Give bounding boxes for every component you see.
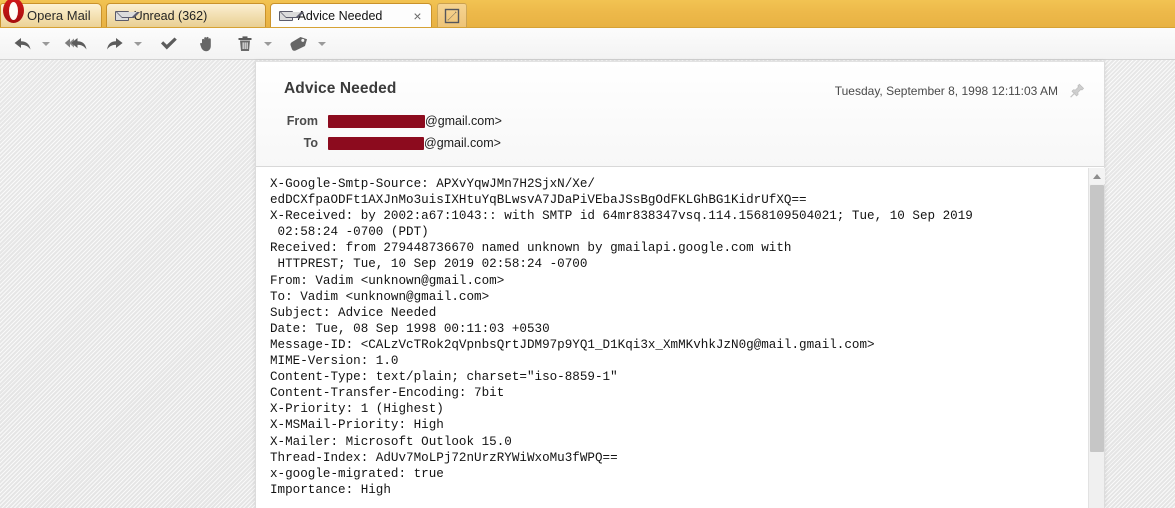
to-label: To [303, 136, 318, 150]
trash-icon [238, 35, 252, 51]
tab-unread[interactable]: Unread (362) [105, 3, 266, 27]
scrollbar-thumb[interactable] [1090, 185, 1104, 452]
raw-header-line: MIME-Version: 1.0 [270, 354, 399, 369]
compose-pencil-icon [444, 8, 459, 23]
to-value: @gmail.com> [328, 136, 501, 150]
redacted-recipient-address [328, 136, 424, 150]
reply-all-arrow-icon [64, 37, 87, 49]
chevron-down-icon [42, 41, 50, 46]
tab-unread-label: Unread (362) [133, 8, 208, 23]
raw-header-line: Received: from 279448736670 named unknow… [270, 241, 792, 256]
page-title: Advice Needed [284, 80, 397, 97]
compose-button[interactable] [436, 3, 467, 27]
to-domain-text: @gmail.com> [424, 136, 501, 150]
forward-arrow-icon [107, 37, 123, 49]
chevron-down-icon [134, 41, 142, 46]
raw-header-line: From: Vadim <unknown@gmail.com> [270, 273, 505, 288]
raw-header-line: Subject: Advice Needed [270, 305, 437, 320]
message-body[interactable]: X-Google-Smtp-Source: APXvYqwJMn7H2SjxN/… [256, 167, 1104, 508]
raw-headers-text: X-Google-Smtp-Source: APXvYqwJMn7H2SjxN/… [270, 176, 1082, 498]
tab-advice-needed[interactable]: Advice Needed × [269, 3, 432, 27]
raw-header-line: X-Mailer: Microsoft Outlook 15.0 [270, 434, 512, 449]
message-toolbar [0, 28, 1175, 60]
delete-button[interactable] [230, 31, 260, 57]
tab-advice-needed-label: Advice Needed [297, 8, 383, 23]
address-rows: From @gmail.com> To @gmail.com> [256, 110, 1104, 154]
tab-bar: Opera Mail Unread (362) Advice Needed × [0, 0, 1175, 28]
raw-header-line: Content-Transfer-Encoding: 7bit [270, 386, 505, 401]
raw-header-line: HTTPREST; Tue, 10 Sep 2019 02:58:24 -070… [270, 257, 588, 272]
message-header-card: Advice Needed Tuesday, September 8, 1998… [256, 62, 1104, 167]
opera-logo-icon [3, 0, 24, 23]
raw-header-line: Date: Tue, 08 Sep 1998 00:11:03 +0530 [270, 321, 550, 336]
hand-stop-icon [200, 36, 211, 51]
raw-header-line: x-google-migrated: true [270, 466, 444, 481]
forward-button[interactable] [100, 31, 130, 57]
raw-header-line: Content-Type: text/plain; charset="iso-8… [270, 370, 618, 385]
raw-header-line: Message-ID: <CALzVcTRok2qVpnbsQrtJDM97p9… [270, 337, 875, 352]
reply-all-button[interactable] [62, 31, 92, 57]
message-scrollbar[interactable] [1088, 168, 1105, 508]
chevron-up-icon [1093, 173, 1101, 179]
opera-menu-button[interactable]: Opera Mail [0, 0, 102, 27]
label-dropdown-button[interactable] [314, 31, 330, 57]
mark-read-button[interactable] [154, 31, 184, 57]
forward-dropdown-button[interactable] [130, 31, 146, 57]
envelope-icon [114, 10, 140, 21]
close-icon[interactable]: × [412, 9, 422, 23]
pushpin-icon[interactable] [1068, 82, 1086, 100]
chevron-down-icon [264, 41, 272, 46]
message-date: Tuesday, September 8, 1998 12:11:03 AM [834, 84, 1058, 98]
raw-header-line: edDCXfpaODFt1AXJnMo3uisIXHtuYqBLwsvA7JDa… [270, 193, 807, 208]
message-pane: Advice Needed Tuesday, September 8, 1998… [255, 61, 1105, 508]
checkmark-icon [161, 37, 177, 49]
envelope-icon [278, 10, 304, 21]
delete-dropdown-button[interactable] [260, 31, 276, 57]
opera-mail-window: Opera Mail Unread (362) Advice Needed × [0, 0, 1175, 508]
raw-header-line: X-MSMail-Priority: High [270, 418, 444, 433]
raw-header-line: Thread-Index: AdUv7MoLPj72nUrzRYWiWxoMu3… [270, 450, 618, 465]
from-domain-text: @gmail.com> [425, 114, 502, 128]
tag-label-icon [290, 36, 307, 51]
chevron-down-icon [318, 41, 326, 46]
right-gutter [1106, 61, 1175, 508]
from-row: From @gmail.com> [256, 110, 1104, 132]
reply-button[interactable] [8, 31, 38, 57]
label-button[interactable] [284, 31, 314, 57]
reply-dropdown-button[interactable] [38, 31, 54, 57]
raw-header-line: X-Google-Smtp-Source: APXvYqwJMn7H2SjxN/… [270, 177, 595, 191]
raw-header-line: To: Vadim <unknown@gmail.com> [270, 289, 490, 304]
raw-header-line: Importance: High [270, 482, 391, 497]
to-row: To @gmail.com> [256, 132, 1104, 154]
from-value: @gmail.com> [328, 114, 502, 128]
raw-header-line: 02:58:24 -0700 (PDT) [270, 225, 429, 240]
raw-header-line: X-Received: by 2002:a67:1043:: with SMTP… [270, 209, 973, 224]
raw-header-line: X-Priority: 1 (Highest) [270, 402, 444, 417]
scrollbar-up-button[interactable] [1089, 168, 1105, 184]
reply-arrow-icon [14, 37, 31, 49]
mark-spam-button[interactable] [192, 31, 222, 57]
opera-menu-label: Opera Mail [27, 8, 91, 23]
redacted-sender-address [328, 114, 425, 128]
from-label: From [286, 114, 318, 128]
